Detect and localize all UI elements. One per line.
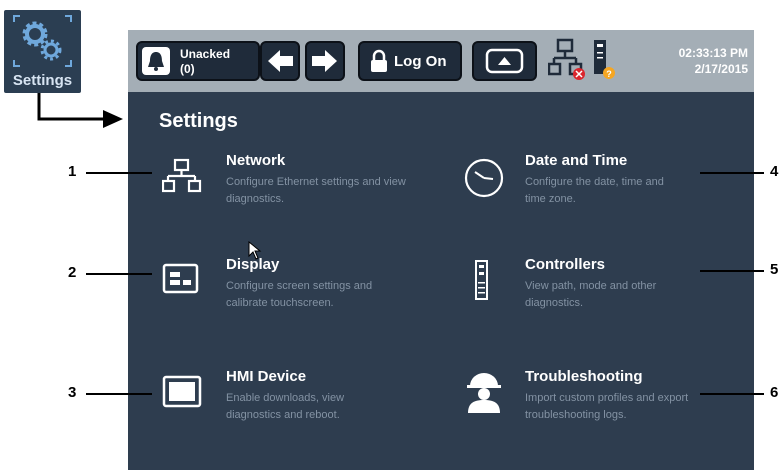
controller-icon [475, 260, 488, 300]
settings-item-date-time[interactable]: Date and Time Configure the date, time a… [458, 152, 748, 222]
callout-2: 2 [68, 264, 77, 281]
log-on-label: Log On [394, 53, 447, 70]
alarm-count: (0) [180, 62, 195, 76]
settings-item-controllers[interactable]: Controllers View path, mode and other di… [458, 256, 748, 326]
callout-3: 3 [68, 384, 77, 401]
callout-line-6 [700, 393, 764, 395]
display-description: Configure screen settings and calibrate … [226, 280, 373, 309]
settings-item-network[interactable]: Network Configure Ethernet settings and … [154, 152, 414, 222]
date-time-title: Date and Time [525, 152, 628, 169]
hmi-device-icon [162, 375, 202, 408]
callout-line-3 [86, 393, 152, 395]
log-on-button[interactable]: Log On [358, 41, 462, 81]
network-title: Network [226, 152, 286, 169]
callout-4: 4 [770, 163, 779, 180]
cursor-icon [248, 241, 262, 260]
page-title: Settings [159, 110, 238, 132]
settings-tile[interactable]: Settings [4, 10, 81, 93]
hmi-screen: Unacked (0) Log On ? 02:33:13 PM 2/17/20… [128, 30, 754, 470]
callout-5: 5 [770, 261, 779, 278]
display-icon [162, 263, 199, 294]
network-icon [162, 158, 202, 193]
hmi-device-description: Enable downloads, view diagnostics and r… [226, 392, 345, 421]
troubleshooting-description: Import custom profiles and export troubl… [525, 392, 689, 421]
padlock-icon [371, 49, 387, 72]
callout-line-1 [86, 172, 152, 174]
time-label: 02:33:13 PM [678, 46, 748, 60]
forward-button[interactable] [305, 41, 345, 81]
eject-icon [485, 48, 524, 74]
clock-readout: 02:33:13 PM 2/17/2015 [610, 45, 748, 77]
date-time-description: Configure the date, time and time zone. [525, 176, 664, 205]
callout-6: 6 [770, 384, 779, 401]
settings-gears-icon [13, 15, 72, 67]
controllers-description: View path, mode and other diagnostics. [525, 280, 657, 309]
callout-1: 1 [68, 163, 77, 180]
settings-tile-label: Settings [12, 72, 73, 89]
callout-line-2 [86, 273, 152, 275]
settings-item-troubleshooting[interactable]: Troubleshooting Import custom profiles a… [458, 368, 748, 438]
arrow-left-icon [268, 50, 293, 72]
callout-line-4 [700, 172, 764, 174]
date-label: 2/17/2015 [694, 62, 748, 76]
alarm-button[interactable]: Unacked (0) [136, 41, 260, 81]
network-status-icon[interactable] [548, 38, 588, 82]
worker-icon [467, 373, 501, 413]
bell-icon [142, 47, 170, 75]
hmi-device-title: HMI Device [226, 368, 307, 385]
controllers-title: Controllers [525, 256, 606, 273]
troubleshooting-title: Troubleshooting [525, 368, 643, 385]
pointer-arrow [37, 93, 123, 128]
arrow-right-icon [312, 50, 337, 72]
settings-item-display[interactable]: Display Configure screen settings and ca… [154, 256, 414, 326]
alarm-status-label: Unacked [180, 47, 231, 61]
top-toolbar: Unacked (0) Log On ? 02:33:13 PM 2/17/20… [128, 30, 754, 92]
callout-line-5 [700, 270, 764, 272]
network-description: Configure Ethernet settings and view dia… [226, 176, 406, 205]
settings-item-hmi-device[interactable]: HMI Device Enable downloads, view diagno… [154, 368, 414, 438]
clock-icon [464, 158, 504, 198]
back-button[interactable] [260, 41, 300, 81]
keyboard-toggle-button[interactable] [472, 41, 537, 81]
